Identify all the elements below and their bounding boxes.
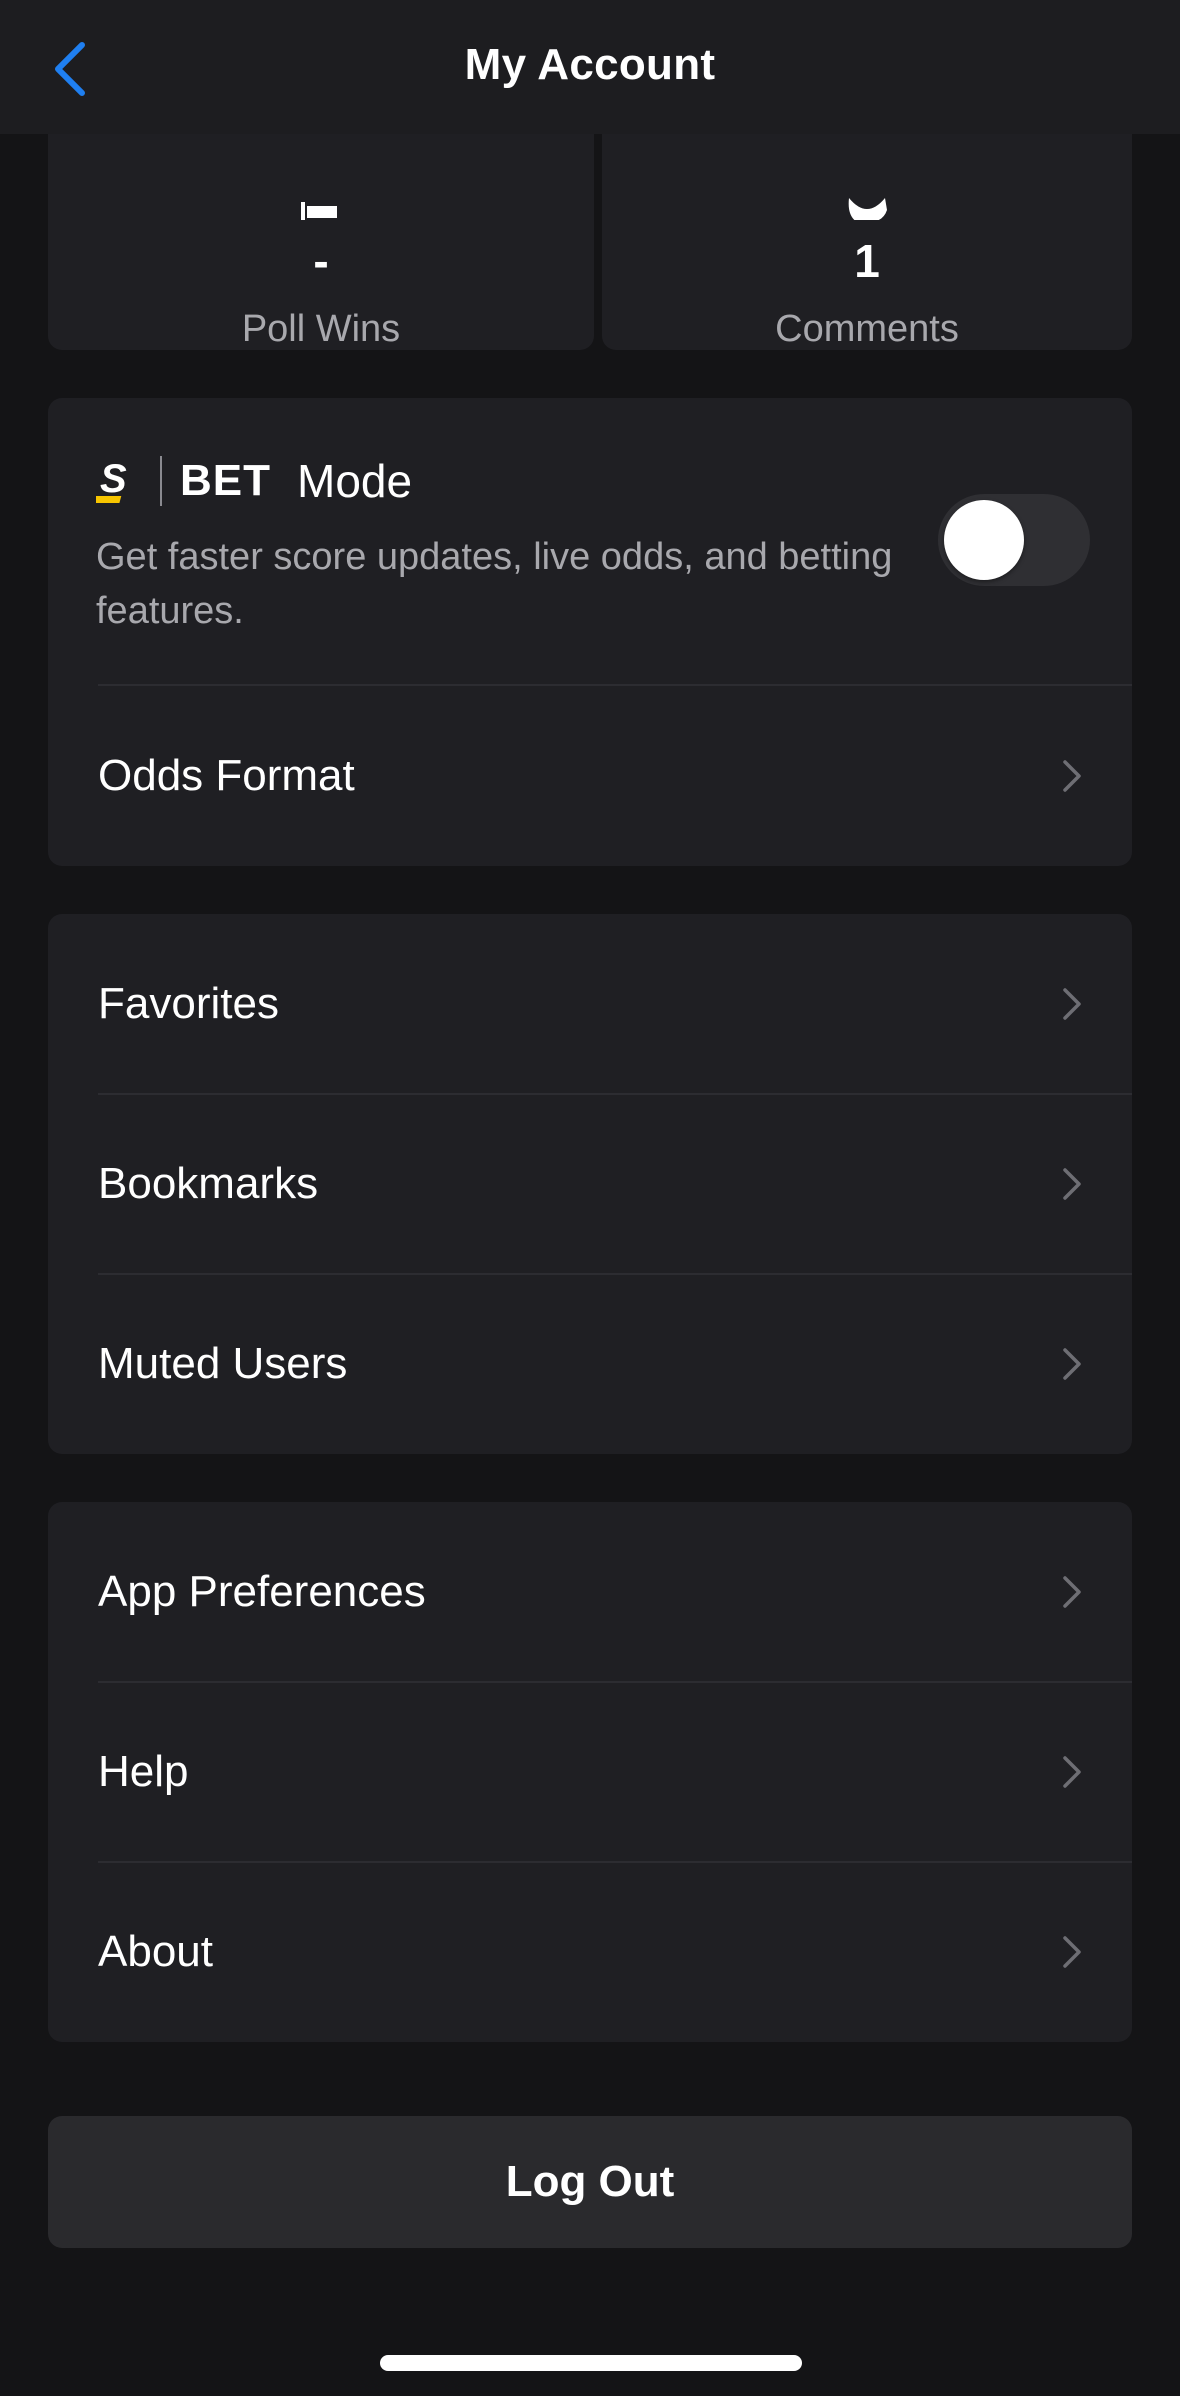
bet-mode-card: S BET Mode Get faster score updates, liv… xyxy=(48,398,1132,866)
about-label: About xyxy=(98,1927,213,1976)
bet-mode-toggle[interactable] xyxy=(938,494,1090,586)
comments-value: 1 xyxy=(854,235,880,287)
chevron-right-icon xyxy=(1063,1936,1081,1968)
nav-header: My Account xyxy=(0,0,1180,134)
bet-brand-word: BET xyxy=(180,456,271,505)
toggle-knob xyxy=(944,500,1024,580)
bookmarks-label: Bookmarks xyxy=(98,1159,319,1208)
bet-mode-description: Get faster score updates, live odds, and… xyxy=(96,536,893,632)
comments-label: Comments xyxy=(775,308,959,350)
app-preferences-label: App Preferences xyxy=(98,1567,426,1616)
help-label: Help xyxy=(98,1747,189,1796)
muted-users-label: Muted Users xyxy=(98,1339,348,1388)
bet-mode-title: S BET Mode xyxy=(96,454,412,508)
odds-format-label: Odds Format xyxy=(98,751,355,800)
chevron-right-icon xyxy=(1063,1576,1081,1608)
poll-icon xyxy=(301,202,337,220)
chevron-right-icon xyxy=(1063,988,1081,1020)
bookmarks-row[interactable]: Bookmarks xyxy=(48,1094,1132,1274)
chevron-right-icon xyxy=(1063,760,1081,792)
my-account-screen: My Account - Poll Wins 1 Comments S BET … xyxy=(0,0,1180,2396)
log-out-button[interactable]: Log Out xyxy=(48,2116,1132,2248)
poll-wins-label: Poll Wins xyxy=(241,308,401,350)
about-row[interactable]: About xyxy=(48,1862,1132,2042)
app-settings-card: App Preferences Help About xyxy=(48,1502,1132,2042)
muted-users-row[interactable]: Muted Users xyxy=(48,1274,1132,1454)
comment-icon xyxy=(848,198,887,220)
poll-wins-value: - xyxy=(313,235,329,287)
svg-text:S: S xyxy=(100,457,127,501)
favorites-label: Favorites xyxy=(98,979,279,1028)
help-row[interactable]: Help xyxy=(48,1682,1132,1862)
score-logo-icon: S xyxy=(96,457,127,503)
chevron-right-icon xyxy=(1063,1348,1081,1380)
page-title: My Account xyxy=(464,40,716,89)
chevron-right-icon xyxy=(1063,1168,1081,1200)
personal-settings-card: Favorites Bookmarks Muted Users xyxy=(48,914,1132,1454)
app-preferences-row[interactable]: App Preferences xyxy=(48,1502,1132,1682)
home-indicator[interactable] xyxy=(380,2355,802,2371)
odds-format-row[interactable]: Odds Format xyxy=(48,686,1132,866)
logo-separator xyxy=(160,456,162,506)
bet-mode-label: Mode xyxy=(297,455,413,507)
favorites-row[interactable]: Favorites xyxy=(48,914,1132,1094)
chevron-right-icon xyxy=(1063,1756,1081,1788)
